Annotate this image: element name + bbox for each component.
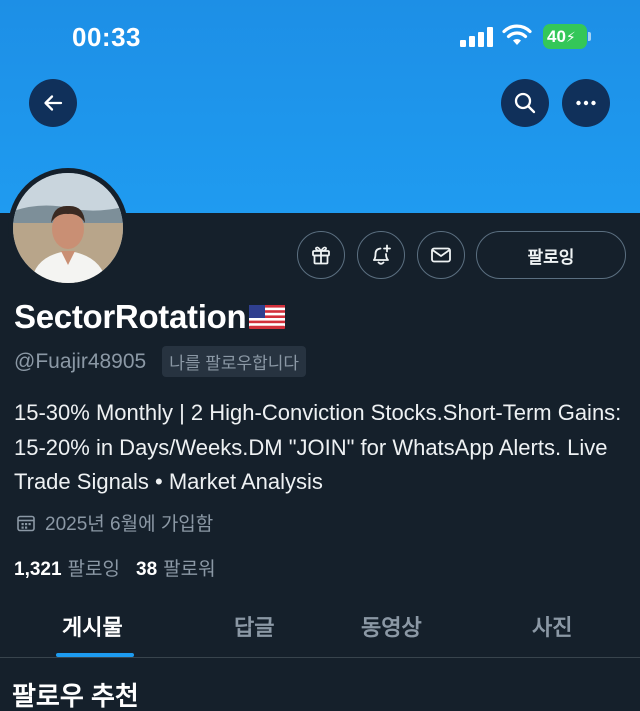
- back-button[interactable]: [29, 79, 77, 127]
- profile-name-row: SectorRotation: [14, 298, 286, 336]
- tab-posts[interactable]: 게시물: [62, 610, 123, 642]
- more-icon: [576, 100, 596, 106]
- notifications-button[interactable]: [357, 231, 405, 279]
- us-flag-icon: [249, 305, 286, 329]
- more-options-button[interactable]: [562, 79, 610, 127]
- wifi-icon: [502, 24, 532, 45]
- profile-bio: 15-30% Monthly | 2 High-Conviction Stock…: [14, 400, 622, 494]
- followers-count: 38: [136, 559, 158, 580]
- who-to-follow-heading: 팔로우 추천: [12, 681, 139, 711]
- calendar-icon: [17, 515, 35, 531]
- tab-photos[interactable]: 사진: [532, 610, 572, 642]
- handle-row: @Fuajir48905 나를 팔로우합니다: [14, 346, 307, 377]
- profile-avatar[interactable]: [8, 168, 128, 288]
- gift-button[interactable]: [297, 231, 345, 279]
- user-handle: @Fuajir48905: [14, 349, 147, 373]
- search-button[interactable]: [501, 79, 549, 127]
- follows-you-badge: 나를 팔로우합니다: [162, 346, 307, 377]
- following-button[interactable]: 팔로잉: [476, 231, 626, 279]
- following-stat[interactable]: 1,321 팔로잉: [14, 554, 136, 581]
- avatar-photo: [13, 173, 123, 283]
- following-count: 1,321: [14, 559, 62, 580]
- profile-tabs: 게시물 답글 동영상 사진: [0, 598, 640, 658]
- bell-plus-icon: [373, 244, 391, 265]
- back-arrow-icon: [44, 95, 63, 111]
- tab-videos[interactable]: 동영상: [361, 610, 422, 642]
- active-tab-indicator: [56, 653, 134, 657]
- display-name: SectorRotation: [14, 298, 247, 335]
- follow-stats: 1,321 팔로잉 38 팔로워: [14, 554, 232, 581]
- status-bar: 00:33 40⚡: [0, 0, 640, 76]
- search-icon: [514, 92, 536, 114]
- followers-label: 팔로워: [163, 559, 216, 580]
- gift-icon: [312, 246, 330, 265]
- following-label: 팔로잉: [67, 559, 120, 580]
- cellular-signal-icon: [460, 27, 494, 47]
- joined-date-row: 2025년 6월에 가입함: [16, 509, 213, 536]
- joined-date: 2025년 6월에 가입함: [45, 514, 214, 535]
- status-time: 00:33: [72, 22, 141, 52]
- mail-icon: [431, 247, 451, 263]
- tab-replies[interactable]: 답글: [234, 610, 274, 642]
- battery-level: 40: [547, 27, 566, 46]
- followers-stat[interactable]: 38 팔로워: [136, 554, 232, 581]
- battery-icon: 40⚡: [543, 24, 591, 49]
- message-button[interactable]: [417, 231, 465, 279]
